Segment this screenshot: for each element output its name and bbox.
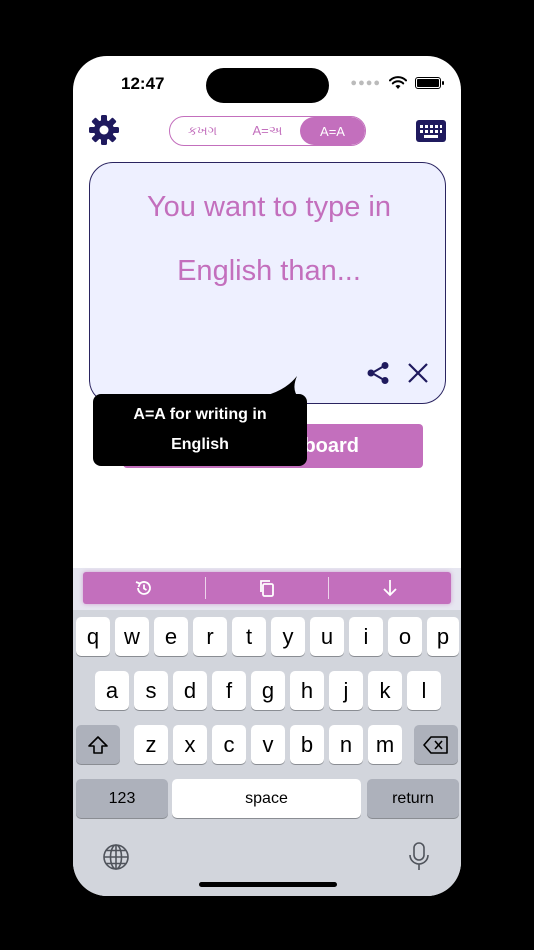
key-r[interactable]: r <box>193 617 227 656</box>
key-m[interactable]: m <box>368 725 402 764</box>
history-button[interactable] <box>83 572 205 604</box>
key-e[interactable]: e <box>154 617 188 656</box>
key-k[interactable]: k <box>368 671 402 710</box>
key-l[interactable]: l <box>407 671 441 710</box>
key-p[interactable]: p <box>427 617 459 656</box>
tab-english[interactable]: A=A <box>300 117 365 145</box>
backspace-icon <box>423 735 448 754</box>
phone-screen: 12:47 ●●●● કખગ A=અ A=A You want to type … <box>73 56 461 896</box>
keyboard-toolbar <box>83 572 451 604</box>
dismiss-keyboard-button[interactable] <box>329 572 451 604</box>
shift-key[interactable] <box>76 725 120 764</box>
arrow-down-icon <box>383 580 397 597</box>
key-x[interactable]: x <box>173 725 207 764</box>
key-d[interactable]: d <box>173 671 207 710</box>
wifi-icon <box>389 76 407 89</box>
signal-icon: ●●●● <box>350 77 381 89</box>
key-h[interactable]: h <box>290 671 324 710</box>
dynamic-island <box>206 68 329 103</box>
key-b[interactable]: b <box>290 725 324 764</box>
tab-gujarati[interactable]: કખગ <box>170 117 235 145</box>
key-g[interactable]: g <box>251 671 285 710</box>
key-j[interactable]: j <box>329 671 363 710</box>
copy-icon <box>260 580 274 597</box>
status-icons: ●●●● <box>350 76 444 90</box>
key-y[interactable]: y <box>271 617 305 656</box>
keyboard: q w e r t y u i o p a s d f g h j k l z … <box>73 568 461 896</box>
keyboard-mode-switch: કખગ A=અ A=A <box>169 116 366 146</box>
tab-transliteration[interactable]: A=અ <box>235 117 300 145</box>
key-u[interactable]: u <box>310 617 344 656</box>
key-t[interactable]: t <box>232 617 266 656</box>
history-icon <box>135 581 151 595</box>
mode-tooltip: A=A for writing in English <box>93 394 307 466</box>
editor-placeholder: You want to type in English than... <box>147 191 391 287</box>
key-z[interactable]: z <box>134 725 168 764</box>
space-key[interactable]: space <box>172 779 361 818</box>
numbers-key[interactable]: 123 <box>76 779 168 818</box>
microphone-icon[interactable] <box>406 841 432 873</box>
keyboard-toolbar-area <box>73 568 461 610</box>
key-o[interactable]: o <box>388 617 422 656</box>
globe-icon[interactable] <box>102 843 130 871</box>
close-icon[interactable] <box>407 362 429 384</box>
return-key[interactable]: return <box>367 779 459 818</box>
key-i[interactable]: i <box>349 617 383 656</box>
key-q[interactable]: q <box>76 617 110 656</box>
settings-gear-icon[interactable] <box>88 114 120 146</box>
share-icon[interactable] <box>365 360 391 386</box>
delete-key[interactable] <box>414 725 458 764</box>
copy-button[interactable] <box>206 572 328 604</box>
key-v[interactable]: v <box>251 725 285 764</box>
key-a[interactable]: a <box>95 671 129 710</box>
key-f[interactable]: f <box>212 671 246 710</box>
status-time: 12:47 <box>121 74 165 93</box>
home-indicator <box>199 882 337 887</box>
key-s[interactable]: s <box>134 671 168 710</box>
battery-icon <box>415 77 444 89</box>
key-n[interactable]: n <box>329 725 363 764</box>
shift-icon <box>88 735 108 754</box>
key-c[interactable]: c <box>212 725 246 764</box>
key-w[interactable]: w <box>115 617 149 656</box>
keyboard-icon[interactable] <box>416 120 446 142</box>
text-editor[interactable]: You want to type in English than... <box>89 162 446 404</box>
